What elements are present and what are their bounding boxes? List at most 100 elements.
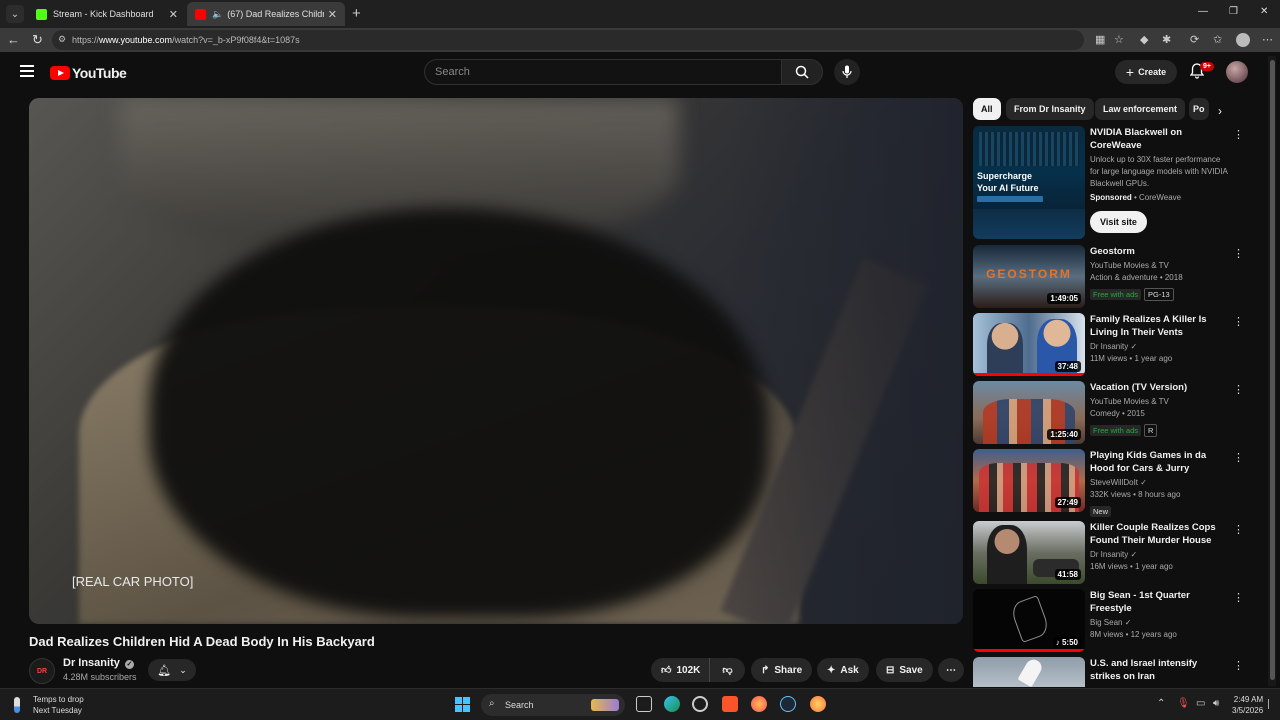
firefox-icon[interactable] <box>751 696 767 712</box>
video-thumbnail[interactable]: 37:48 <box>973 313 1085 376</box>
tray-chevron-icon[interactable]: ⌃ <box>1157 698 1165 709</box>
recommendation-item[interactable]: GEOSTORM 1:49:05 Geostorm YouTube Movies… <box>973 245 1263 309</box>
save-button[interactable]: ⊟ Save <box>876 658 933 682</box>
video-title[interactable]: Playing Kids Games in da Hood for Cars &… <box>1090 449 1230 475</box>
kebab-menu-icon[interactable]: ⋮ <box>1233 591 1244 604</box>
task-view-icon[interactable] <box>636 696 652 712</box>
channel-name[interactable]: Dr Insanity ✓ <box>1090 549 1230 561</box>
reload-icon[interactable]: ↻ <box>32 32 43 48</box>
channel-avatar[interactable]: DR <box>29 658 55 684</box>
search-input[interactable]: Search <box>424 59 782 85</box>
dislike-button[interactable]: 👎︎ <box>709 658 745 682</box>
new-tab-icon[interactable]: + <box>352 5 361 22</box>
search-button[interactable] <box>781 59 823 85</box>
system-clock[interactable]: 2:49 AM 3/5/2026 <box>1232 694 1263 716</box>
video-thumbnail[interactable] <box>973 657 1085 687</box>
close-icon[interactable]: ✕ <box>328 8 337 21</box>
brave-icon[interactable] <box>722 696 738 712</box>
sync-icon[interactable]: ⟳ <box>1190 33 1199 46</box>
video-thumbnail[interactable]: 1:25:40 <box>973 381 1085 444</box>
kebab-menu-icon[interactable]: ⋮ <box>1233 128 1244 141</box>
extension-icon[interactable]: ◆ <box>1140 33 1148 46</box>
kebab-menu-icon[interactable]: ⋮ <box>1233 247 1244 260</box>
voice-search-button[interactable] <box>834 59 860 85</box>
chip-from-channel[interactable]: From Dr Insanity <box>1006 98 1094 120</box>
recommendation-item[interactable]: 41:58 Killer Couple Realizes Cops Found … <box>973 521 1263 585</box>
tab-youtube-video[interactable]: 🔈 (67) Dad Realizes Children Hid ✕ <box>187 2 345 26</box>
channel-name[interactable]: Big Sean ✓ <box>1090 617 1230 629</box>
close-icon[interactable]: ✕ <box>169 8 178 21</box>
video-thumbnail[interactable]: 41:58 <box>973 521 1085 584</box>
channel-name[interactable]: YouTube Movies & TV <box>1090 396 1230 408</box>
kebab-menu-icon[interactable]: ⋮ <box>1233 523 1244 536</box>
taskbar-search[interactable]: ⌕ Search <box>481 694 625 716</box>
kebab-menu-icon[interactable]: ⋮ <box>1233 315 1244 328</box>
chevron-right-icon[interactable]: › <box>1218 104 1222 118</box>
kebab-menu-icon[interactable]: ⋮ <box>1233 383 1244 396</box>
puzzle-icon[interactable]: ✱ <box>1162 33 1171 46</box>
recommendation-item[interactable]: U.S. and Israel intensify strikes on Ira… <box>973 657 1263 687</box>
channel-name[interactable]: Dr Insanity ✓ <box>1090 341 1230 353</box>
video-player[interactable]: [REAL CAR PHOTO] <box>29 98 963 624</box>
video-title[interactable]: Killer Couple Realizes Cops Found Their … <box>1090 521 1230 547</box>
channel-name[interactable]: Dr Insanity ✓ <box>63 657 134 669</box>
steam-icon[interactable] <box>780 696 796 712</box>
share-button[interactable]: ↱ Share <box>751 658 813 682</box>
weather-widget[interactable]: Temps to drop Next Tuesday <box>12 694 84 716</box>
chip-truncated[interactable]: Po <box>1189 98 1209 120</box>
more-icon[interactable]: ⋯ <box>1262 33 1273 46</box>
video-title[interactable]: Family Realizes A Killer Is Living In Th… <box>1090 313 1230 339</box>
address-input[interactable]: ⚙ https://www.youtube.com/watch?v=_b-xP9… <box>52 30 1084 50</box>
like-button[interactable]: 👍︎ 102K <box>651 658 709 682</box>
video-thumbnail[interactable]: GEOSTORM 1:49:05 <box>973 245 1085 308</box>
favorites-icon[interactable]: ✩ <box>1213 33 1222 46</box>
kebab-menu-icon[interactable]: ⋮ <box>1233 659 1244 672</box>
video-title[interactable]: Big Sean - 1st Quarter Freestyle <box>1090 589 1230 615</box>
ad-title[interactable]: NVIDIA Blackwell on CoreWeave <box>1090 126 1230 152</box>
tab-kick-dashboard[interactable]: Stream - Kick Dashboard ✕ <box>28 2 186 26</box>
split-view-icon[interactable]: ▦ <box>1095 33 1105 46</box>
channel-name[interactable]: YouTube Movies & TV <box>1090 260 1230 272</box>
chip-law-enforcement[interactable]: Law enforcement <box>1095 98 1186 120</box>
chip-all[interactable]: All <box>973 98 1001 120</box>
subscription-bell-button[interactable]: 🔔︎ ⌄ <box>148 659 196 681</box>
create-button[interactable]: + Create <box>1115 60 1177 84</box>
speaker-icon[interactable]: 🔈 <box>212 9 223 20</box>
recommendation-item[interactable]: 27:49 Playing Kids Games in da Hood for … <box>973 449 1263 517</box>
youtube-logo[interactable]: YouTube <box>50 65 127 81</box>
network-icon[interactable]: ▭ <box>1196 698 1205 709</box>
tab-search-menu[interactable]: ⌄ <box>6 5 24 23</box>
firefox-dev-icon[interactable] <box>810 696 826 712</box>
video-thumbnail[interactable]: ♪ 5:50 <box>973 589 1085 652</box>
visit-site-button[interactable]: Visit site <box>1090 211 1147 233</box>
recommendation-item[interactable]: 37:48 Family Realizes A Killer Is Living… <box>973 313 1263 377</box>
window-close-icon[interactable]: ✕ <box>1260 6 1268 17</box>
recommendation-item[interactable]: ♪ 5:50 Big Sean - 1st Quarter Freestyle … <box>973 589 1263 653</box>
scrollbar-thumb[interactable] <box>1270 60 1275 680</box>
minimize-icon[interactable]: — <box>1198 6 1208 17</box>
ask-button[interactable]: ✦ Ask <box>817 658 869 682</box>
maximize-icon[interactable]: ❐ <box>1229 6 1238 17</box>
site-info-icon[interactable]: ⚙ <box>58 34 66 45</box>
recommendation-item[interactable]: 1:25:40 Vacation (TV Version) YouTube Mo… <box>973 381 1263 445</box>
back-icon[interactable]: ← <box>7 32 20 47</box>
ad-thumbnail[interactable]: Supercharge Your AI Future <box>973 126 1085 239</box>
edge-icon[interactable] <box>664 696 680 712</box>
video-title[interactable]: Geostorm <box>1090 245 1230 258</box>
channel-name[interactable]: SteveWillDoIt ✓ <box>1090 477 1230 489</box>
video-title[interactable]: U.S. and Israel intensify strikes on Ira… <box>1090 657 1230 683</box>
sponsored-card[interactable]: Supercharge Your AI Future NVIDIA Blackw… <box>973 126 1263 241</box>
video-thumbnail[interactable]: 27:49 <box>973 449 1085 512</box>
more-actions-button[interactable]: ⋯ <box>938 658 964 682</box>
kebab-menu-icon[interactable]: ⋮ <box>1233 451 1244 464</box>
notification-center-icon[interactable] <box>1268 699 1274 709</box>
settings-app-icon[interactable] <box>692 696 708 712</box>
bookmark-star-icon[interactable]: ☆ <box>1114 33 1124 46</box>
account-avatar[interactable] <box>1226 61 1248 83</box>
video-title[interactable]: Vacation (TV Version) <box>1090 381 1230 394</box>
profile-icon[interactable] <box>1236 33 1250 47</box>
microphone-tray-icon[interactable]: 🎙︎ <box>1177 698 1190 709</box>
volume-icon[interactable]: 🔊︎ <box>1213 698 1219 709</box>
menu-icon[interactable] <box>20 65 34 80</box>
windows-start-icon[interactable] <box>455 697 470 712</box>
